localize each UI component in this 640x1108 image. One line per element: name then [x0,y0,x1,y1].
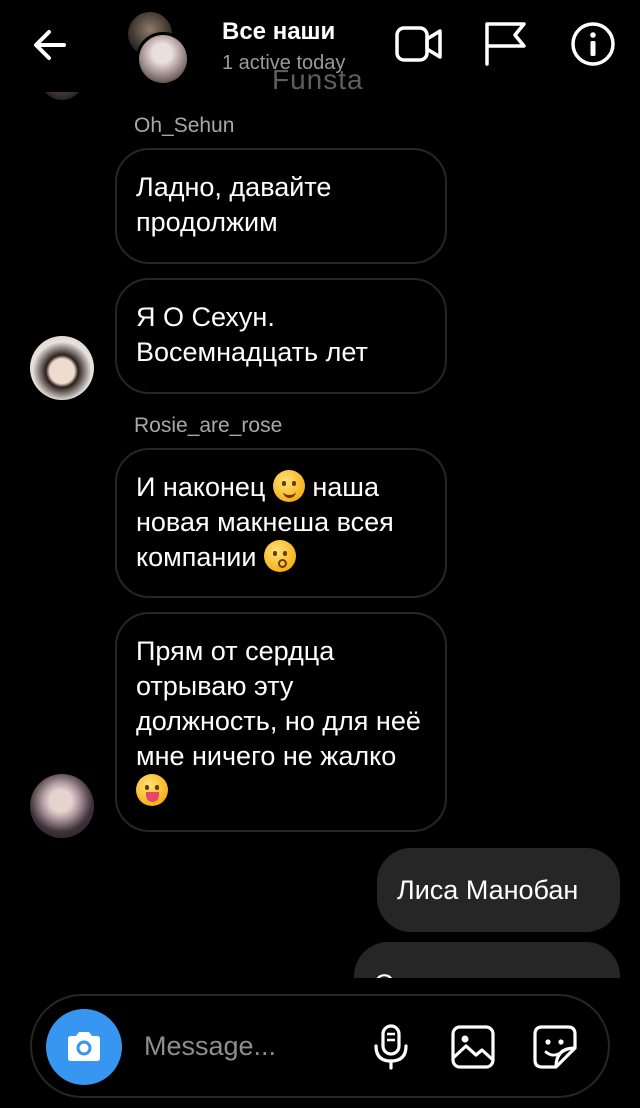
camera-icon [68,1032,100,1061]
sticker-button[interactable] [530,1022,580,1072]
hugging-face-emoji-icon [272,470,305,502]
message-composer [30,994,610,1098]
message-input[interactable] [144,1026,344,1066]
group-avatar[interactable] [128,12,198,86]
chat-title[interactable]: Все наши [222,18,335,46]
message-bubble[interactable]: Ладно, давайте продолжим [115,148,447,264]
gallery-button[interactable] [448,1022,498,1072]
sent-message-bubble[interactable]: Лиса Манобан [377,848,620,932]
flag-icon [485,22,526,66]
message-bubble[interactable]: Я О Сехун. Восемнадцать лет [115,278,447,394]
camera-button[interactable] [46,1009,122,1085]
message-text: Ладно, давайте продолжим [136,172,332,237]
kissing-face-emoji-icon [263,540,296,572]
voice-message-button[interactable] [366,1022,416,1072]
avatar-rosie[interactable] [30,774,94,838]
message-text: И наконец [136,472,273,502]
report-button[interactable] [480,20,530,68]
avatar-oh-sehun[interactable] [30,336,94,400]
microphone-icon [374,1024,408,1070]
gallery-icon [451,1025,495,1069]
sender-name: Oh_Sehun [134,114,235,137]
group-avatar-front [136,32,190,86]
back-arrow-icon [34,30,66,60]
chat-header: Все наши 1 active today Funsta [0,0,640,95]
sender-name: Rosie_are_rose [134,414,283,437]
message-text-line: Восемнадцать лет [136,337,368,367]
message-bubble[interactable]: Прям от сердца отрываю эту должность, но… [115,612,447,832]
back-button[interactable] [28,22,74,68]
info-icon [571,22,615,66]
video-call-icon [395,26,442,62]
message-text: Лиса Манобан [397,875,579,905]
message-text: Семнадцать лет [374,969,579,978]
watermark: Funsta [272,64,364,95]
sent-message-bubble[interactable]: Семнадцать лет [354,942,620,978]
message-text-line: Я О Сехун. [136,302,275,332]
message-text: Прям от сердца отрываю эту должность, но… [136,636,421,771]
video-call-button[interactable] [394,20,444,68]
sticker-icon [533,1025,577,1069]
message-bubble[interactable]: И наконец наша новая макнеша всея компан… [115,448,447,598]
yum-face-emoji-icon [136,774,168,806]
info-button[interactable] [568,20,618,68]
sent-message-clip: Семнадцать лет [354,942,620,978]
